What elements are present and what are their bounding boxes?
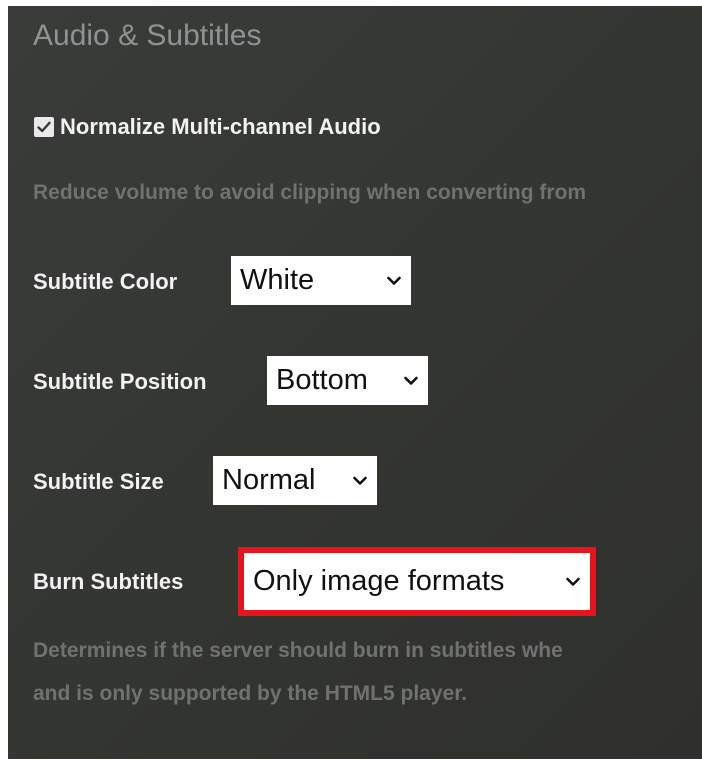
subtitle-position-value: Bottom [276, 364, 368, 396]
burn-subtitles-highlight [238, 547, 596, 616]
settings-panel: Audio & Subtitles Normalize Multi-channe… [8, 6, 702, 759]
normalize-audio-label: Normalize Multi-channel Audio [60, 114, 381, 139]
chevron-down-icon [349, 470, 371, 492]
subtitle-position-select[interactable]: Bottom [267, 356, 428, 405]
chevron-down-icon [400, 370, 422, 392]
subtitle-size-select[interactable]: Normal [213, 456, 377, 505]
section-title: Audio & Subtitles [33, 19, 262, 52]
check-icon [37, 121, 51, 133]
normalize-audio-help: Reduce volume to avoid clipping when con… [33, 181, 587, 204]
burn-subtitles-help-line1: Determines if the server should burn in … [33, 639, 563, 662]
chevron-down-icon [383, 270, 405, 292]
subtitle-color-label: Subtitle Color [33, 269, 178, 294]
burn-subtitles-label: Burn Subtitles [33, 569, 184, 594]
normalize-audio-option[interactable]: Normalize Multi-channel Audio [34, 112, 381, 142]
subtitle-color-value: White [240, 264, 315, 296]
burn-subtitles-help-line2: and is only supported by the HTML5 playe… [33, 682, 468, 705]
subtitle-color-select[interactable]: White [231, 256, 411, 305]
subtitle-size-value: Normal [222, 464, 316, 496]
subtitle-size-label: Subtitle Size [33, 469, 164, 494]
normalize-audio-checkbox[interactable] [34, 117, 54, 137]
subtitle-position-label: Subtitle Position [33, 369, 207, 394]
